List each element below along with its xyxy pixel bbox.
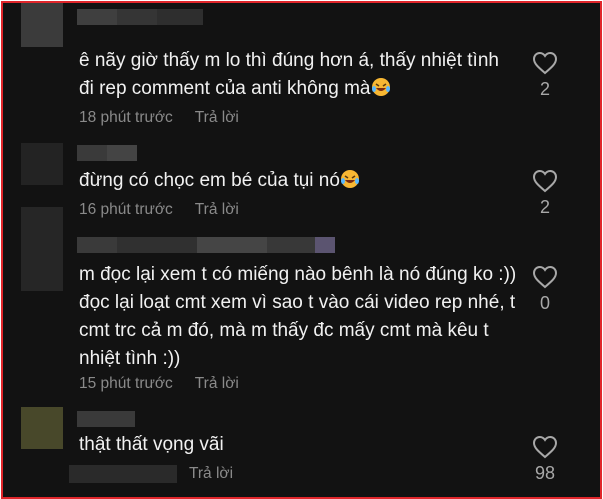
username-redacted[interactable] — [77, 411, 135, 427]
avatar[interactable] — [21, 3, 63, 47]
heart-outline-icon — [532, 435, 558, 459]
like-count: 2 — [539, 79, 550, 99]
avatar[interactable] — [21, 207, 63, 291]
timestamp-redacted — [69, 465, 177, 483]
heart-outline-icon — [532, 169, 558, 193]
reply-button[interactable]: Trả lời — [195, 109, 239, 127]
heart-outline-icon — [532, 265, 558, 289]
comment-text: m đọc lại xem t có miếng nào bênh là nó … — [79, 264, 517, 369]
timestamp: 15 phút trước — [79, 375, 173, 392]
avatar[interactable] — [21, 407, 63, 449]
reply-button[interactable]: Trả lời — [195, 375, 239, 393]
comment-text: thật thất vọng vãi — [79, 434, 224, 455]
comment-text: ê nãy giờ thấy m lo thì đúng hơn á, thấy… — [79, 50, 499, 99]
like-button[interactable]: 98 — [525, 435, 565, 484]
like-button[interactable]: 0 — [525, 265, 565, 314]
reply-button[interactable]: Trả lời — [189, 465, 233, 483]
like-count: 2 — [539, 197, 550, 217]
username-redacted[interactable] — [77, 145, 137, 161]
comment-panel: ê nãy giờ thấy m lo thì đúng hơn á, thấy… — [1, 1, 602, 499]
reply-button[interactable]: Trả lời — [195, 201, 239, 219]
heart-outline-icon — [532, 51, 558, 75]
like-button[interactable]: 2 — [525, 51, 565, 100]
comment-meta: Trả lời — [69, 465, 233, 483]
comment-text: đừng có chọc em bé của tụi nó — [79, 167, 519, 195]
avatar[interactable] — [21, 143, 63, 185]
comment-meta: 18 phút trước Trả lời — [79, 109, 239, 127]
like-count: 98 — [534, 463, 556, 483]
timestamp: 16 phút trước — [79, 201, 173, 218]
like-button[interactable]: 2 — [525, 169, 565, 218]
comment-meta: 15 phút trước Trả lời — [79, 375, 239, 393]
username-redacted[interactable] — [77, 9, 203, 25]
timestamp: 18 phút trước — [79, 109, 173, 126]
comment-meta: 16 phút trước Trả lời — [79, 201, 239, 219]
like-count: 0 — [539, 293, 550, 313]
rofl-emoji-icon — [371, 78, 390, 96]
rofl-emoji-icon — [340, 170, 359, 188]
username-redacted[interactable] — [77, 237, 335, 253]
